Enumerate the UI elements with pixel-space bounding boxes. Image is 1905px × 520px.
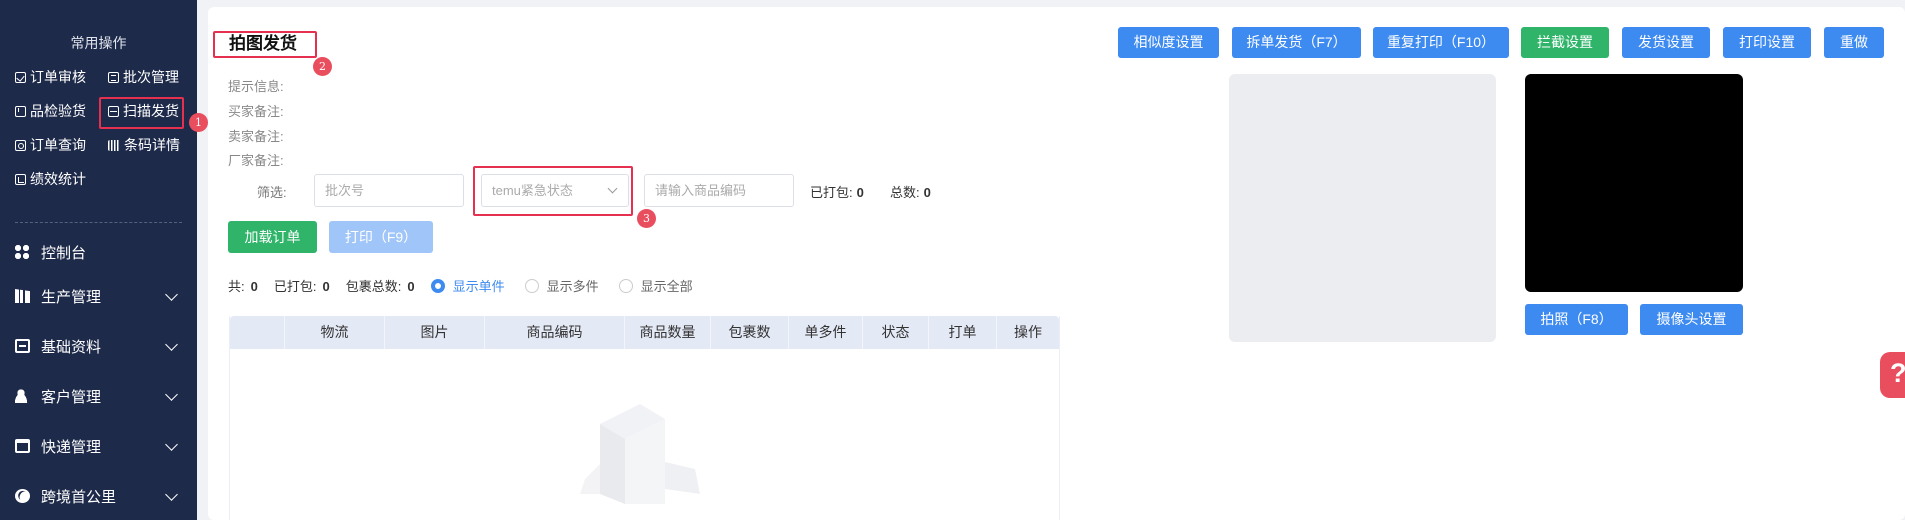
batch-number-input[interactable]: 批次号: [314, 174, 464, 207]
annotation-badge-1: 1: [189, 113, 208, 132]
quick-performance[interactable]: 绩效统计: [15, 169, 86, 189]
chevron-down-icon: [165, 438, 178, 451]
redo-button[interactable]: 重做: [1824, 27, 1884, 58]
product-code-input[interactable]: 请输入商品编码: [644, 174, 794, 207]
load-orders-button[interactable]: 加载订单: [228, 221, 317, 253]
check-square-icon: [15, 71, 26, 83]
take-photo-button[interactable]: 拍照（F8）: [1525, 304, 1628, 335]
barcode-icon: [108, 139, 120, 151]
customer-icon: [15, 389, 30, 403]
radio-multi-item[interactable]: 显示多件: [524, 276, 599, 295]
factory-note-label: 厂家备注:: [228, 153, 284, 168]
packed-stat: 已打包: 0: [810, 185, 864, 200]
scan-ship-highlight: [99, 97, 184, 129]
nav-production[interactable]: 生产管理: [15, 284, 180, 308]
batch-icon: [108, 71, 119, 83]
camera-feed: [1525, 74, 1743, 292]
status-select-highlight: [473, 166, 633, 216]
buyer-note-label: 买家备注:: [228, 104, 284, 119]
chevron-down-icon: [165, 488, 178, 501]
nav-cross-border[interactable]: 跨境首公里: [15, 484, 180, 508]
camera-settings-button[interactable]: 摄像头设置: [1640, 304, 1743, 335]
col-single-multi: 单多件: [789, 316, 863, 349]
sidebar-divider: [15, 222, 182, 223]
table-header: 物流 图片 商品编码 商品数量 包裹数 单多件 状态 打单 操作: [230, 316, 1059, 349]
all-count: 共: 0: [228, 279, 258, 294]
seller-note-label: 卖家备注:: [228, 129, 284, 144]
help-button[interactable]: ?: [1880, 352, 1905, 398]
packed-count: 已打包: 0: [273, 279, 330, 294]
production-icon: [15, 289, 30, 303]
nav-customer[interactable]: 客户管理: [15, 384, 180, 408]
radio-show-all[interactable]: 显示全部: [618, 276, 693, 295]
image-preview: [1229, 74, 1496, 342]
tip-info-label: 提示信息:: [228, 79, 284, 94]
reprint-button[interactable]: 重复打印（F10）: [1373, 27, 1509, 58]
total-stat: 总数: 0: [890, 185, 931, 200]
filter-label: 筛选:: [257, 185, 287, 200]
chevron-down-icon: [165, 338, 178, 351]
chevron-down-icon: [165, 388, 178, 401]
page-title: 拍图发货: [213, 31, 317, 58]
quick-barcode-detail[interactable]: 条码详情: [108, 135, 180, 155]
orders-table: 物流 图片 商品编码 商品数量 包裹数 单多件 状态 打单 操作: [229, 316, 1060, 520]
col-logistics: 物流: [285, 316, 385, 349]
quick-order-query[interactable]: 订单查询: [15, 135, 86, 155]
print-settings-button[interactable]: 打印设置: [1723, 27, 1811, 58]
sidebar: 常用操作 订单审核 批次管理 品检验货 扫描发货 订单查询 条码详情 绩效统计 …: [0, 0, 197, 520]
nav-dashboard[interactable]: 控制台: [15, 240, 180, 264]
col-select: [230, 316, 285, 349]
quick-inspection[interactable]: 品检验货: [15, 101, 86, 121]
count-row: 共: 0 已打包: 0 包裹总数: 0 显示单件 显示多件 显示全部: [228, 276, 713, 295]
data-icon: [15, 339, 30, 353]
ship-settings-button[interactable]: 发货设置: [1622, 27, 1710, 58]
col-product-code: 商品编码: [485, 316, 625, 349]
print-button[interactable]: 打印（F9）: [329, 221, 433, 253]
chevron-down-icon: [165, 288, 178, 301]
col-image: 图片: [385, 316, 485, 349]
express-icon: [15, 439, 30, 453]
annotation-badge-3: 3: [637, 209, 656, 228]
intercept-settings-button[interactable]: 拦截设置: [1521, 27, 1609, 58]
col-quantity: 商品数量: [625, 316, 711, 349]
search-doc-icon: [15, 139, 26, 151]
sidebar-heading: 常用操作: [70, 35, 127, 51]
inspect-icon: [15, 105, 26, 117]
col-status: 状态: [863, 316, 929, 349]
globe-icon: [15, 489, 30, 503]
similarity-settings-button[interactable]: 相似度设置: [1118, 27, 1219, 58]
dashboard-icon: [15, 245, 30, 259]
radio-single-item[interactable]: 显示单件: [430, 276, 505, 295]
annotation-badge-2: 2: [313, 57, 332, 76]
col-actions: 操作: [1014, 324, 1042, 340]
split-ship-button[interactable]: 拆单发货（F7）: [1232, 27, 1361, 58]
quick-batch-manage[interactable]: 批次管理: [108, 67, 179, 87]
parcel-count: 包裹总数: 0: [345, 279, 415, 294]
empty-box-icon: [580, 404, 700, 504]
nav-basic-data[interactable]: 基础资料: [15, 334, 180, 358]
quick-order-review[interactable]: 订单审核: [15, 67, 86, 87]
col-parcels: 包裹数: [711, 316, 789, 349]
nav-express[interactable]: 快递管理: [15, 434, 180, 458]
question-icon: ?: [1890, 358, 1905, 388]
chart-icon: [15, 173, 26, 185]
col-print: 打单: [929, 316, 997, 349]
